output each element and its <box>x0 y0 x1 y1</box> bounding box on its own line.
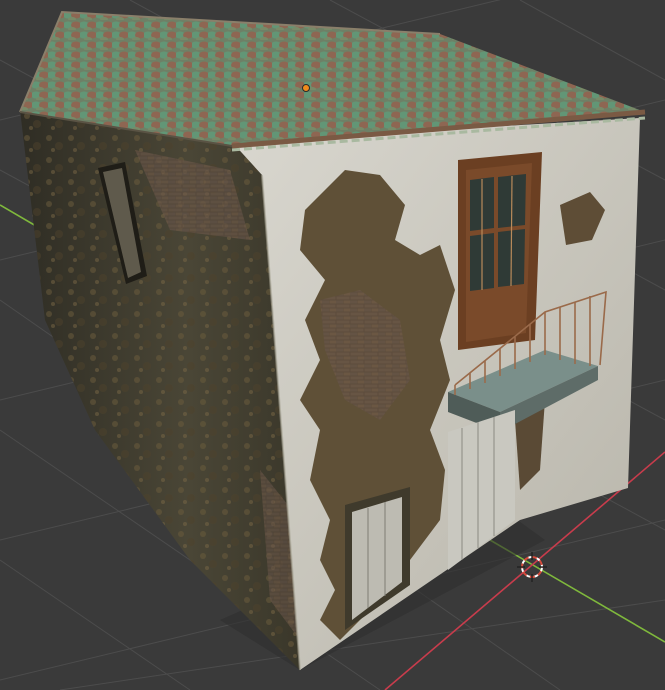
house-model[interactable] <box>19 10 646 671</box>
y-axis-line-lower <box>489 539 665 643</box>
object-origin-dot[interactable] <box>302 84 310 92</box>
3d-viewport[interactable] <box>0 0 665 690</box>
viewport-canvas[interactable] <box>0 0 665 690</box>
